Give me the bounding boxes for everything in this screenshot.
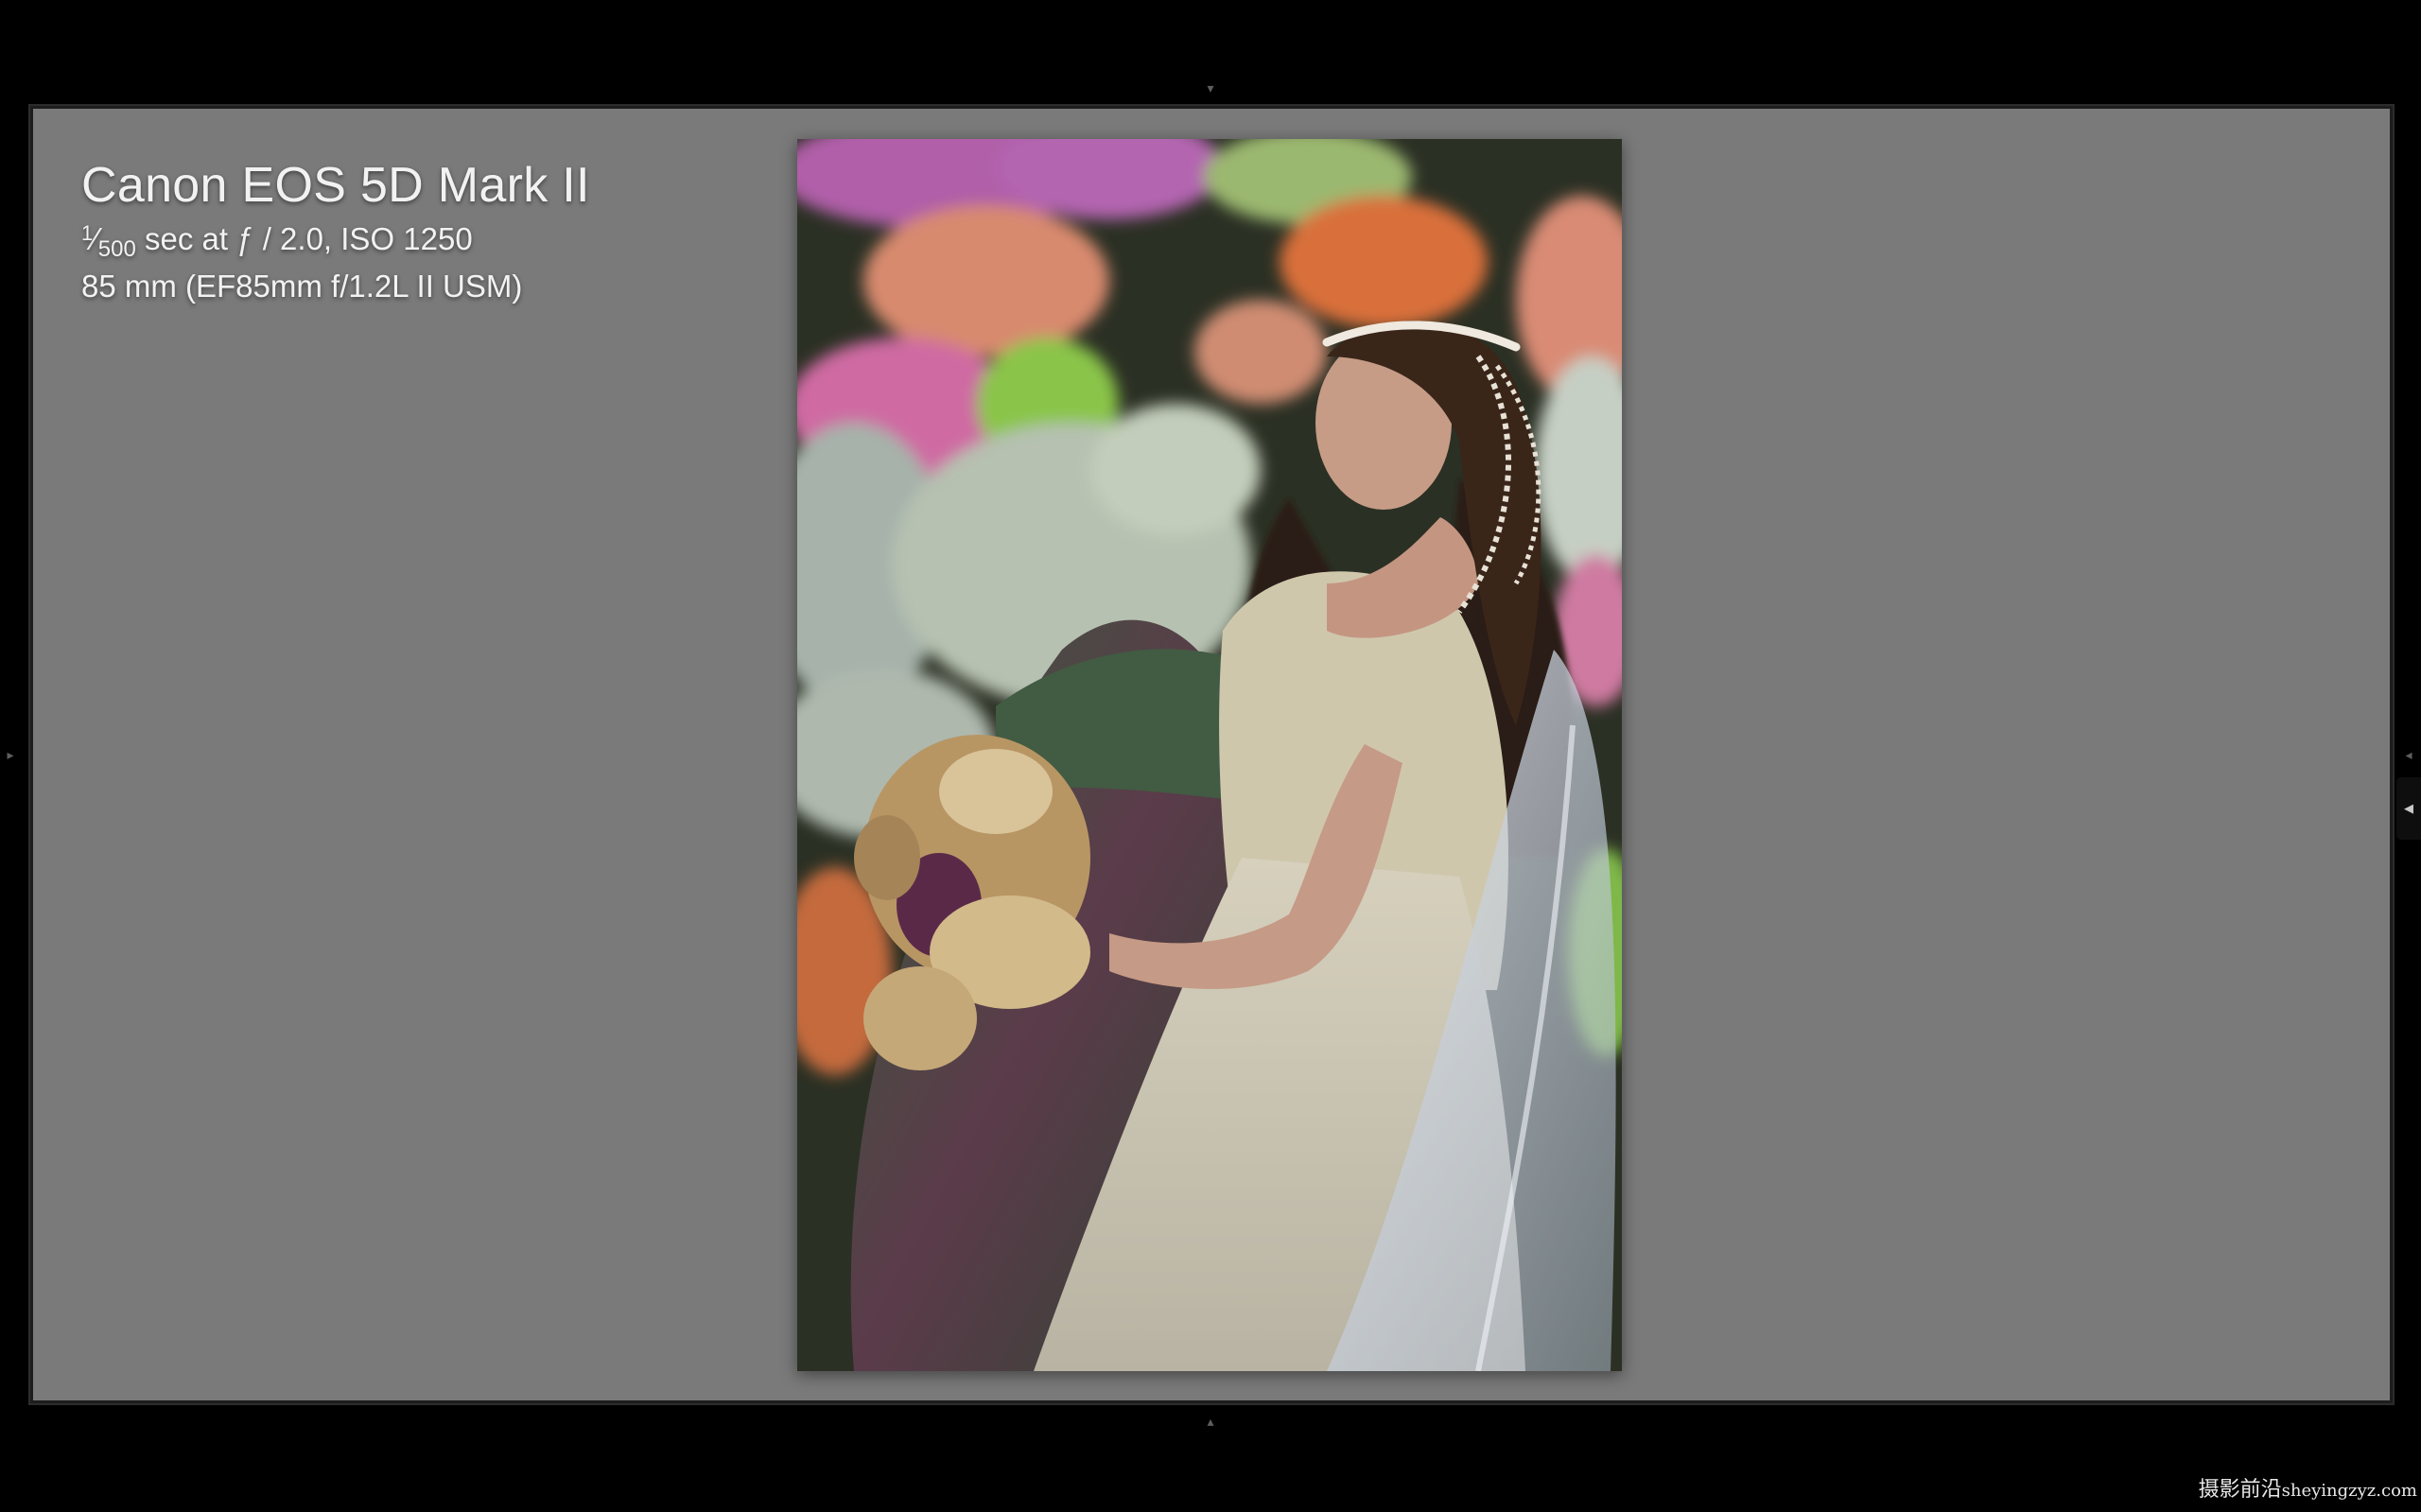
left-panel-toggle-icon[interactable]: ▸ [4,743,17,766]
right-panel-toggle-icon[interactable]: ◂ [2402,743,2415,766]
shutter-numerator: 1 [81,221,94,245]
caret-left-icon: ◀ [2404,801,2413,815]
top-panel-toggle-icon[interactable]: ▾ [1199,81,1222,95]
main-photo[interactable] [797,139,1622,1371]
shutter-denominator: 500 [97,236,136,262]
watermark-url: sheyingzyz.com [2281,1481,2417,1501]
bottom-panel-bar [0,1434,2421,1512]
watermark-chinese: 摄影前沿 [2198,1478,2282,1502]
exposure-info: 1⁄500 sec at ƒ / 2.0, ISO 1250 [81,217,590,265]
bottom-panel-toggle-icon[interactable]: ▴ [1199,1415,1222,1428]
exposure-details: sec at ƒ / 2.0, ISO 1250 [135,221,473,256]
watermark: 摄影前沿sheyingzyz.com [2199,1478,2417,1503]
lens-info: 85 mm (EF85mm f/1.2L II USM) [81,269,523,304]
right-panel-expand-tab[interactable]: ◀ [2396,777,2421,840]
portrait-photo-image [797,139,1622,1371]
fraction-slash: ⁄ [93,221,98,256]
shutter-fraction: 1⁄500 [81,221,136,262]
photo-info-overlay: Canon EOS 5D Mark II 1⁄500 sec at ƒ / 2.… [81,153,590,308]
camera-model: Canon EOS 5D Mark II [81,158,590,213]
top-panel-bar [0,0,2421,74]
